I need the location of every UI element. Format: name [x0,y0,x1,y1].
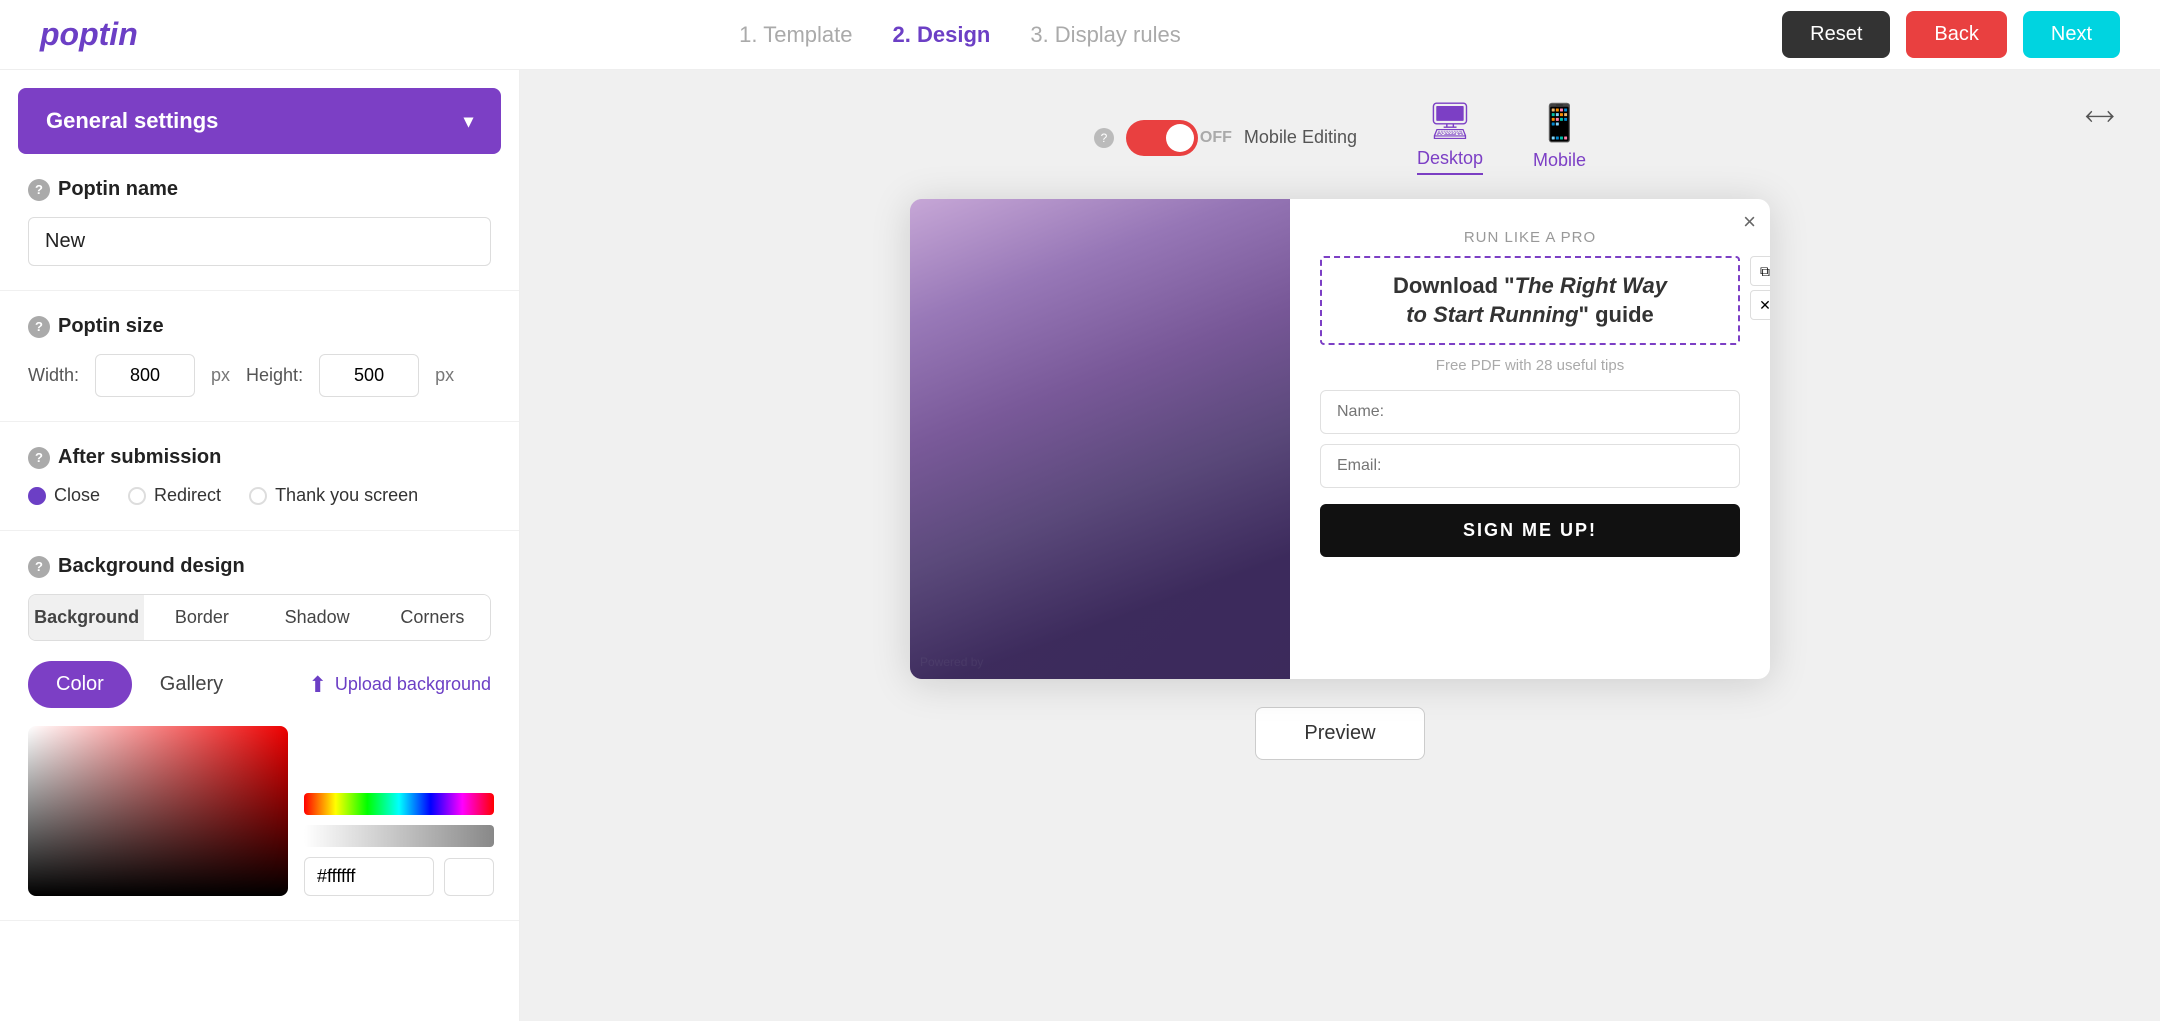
poptin-size-help-icon[interactable]: ? [28,316,50,338]
height-label: Height: [246,365,303,386]
tab-corners[interactable]: Corners [375,595,490,640]
sub-headline-text: Free PDF with 28 useful tips [1436,357,1624,374]
width-input[interactable] [95,354,195,397]
radio-thankyou-dot [249,487,267,505]
header-actions: Reset Back Next [1782,11,2120,58]
headline-text: Download "The Right Wayto Start Running"… [1338,272,1722,329]
step-design: 2. Design [893,22,991,48]
desktop-icon: 🖥 [1427,100,1473,142]
toggle-off-text: OFF [1200,129,1232,147]
hue-spectrum-bar[interactable] [304,793,494,815]
expand-icon[interactable]: ⤢ [2079,97,2118,136]
headline-wrapper: Download "The Right Wayto Start Running"… [1320,256,1740,357]
color-gallery-tabs: Color Gallery [28,661,251,708]
chevron-down-icon: ▾ [464,111,473,132]
after-submission-label: ? After submission [28,446,491,469]
step-template: 1. Template [739,22,852,48]
email-field[interactable] [1320,444,1740,488]
mobile-editing-toggle[interactable] [1126,120,1198,156]
reset-button[interactable]: Reset [1782,11,1890,58]
upload-icon: ⬆ [308,672,326,698]
main-layout: General settings ▾ ? Poptin name ? Popti… [0,70,2160,1021]
tab-shadow[interactable]: Shadow [260,595,375,640]
popup-content-side: × RUN LIKE A PRO Download "The Right Way… [1290,199,1770,679]
tab-desktop[interactable]: 🖥 Desktop [1417,100,1483,175]
general-settings-header[interactable]: General settings ▾ [18,88,501,154]
tab-gallery[interactable]: Gallery [132,661,251,708]
device-tabs: 🖥 Desktop 📱 Mobile [1417,100,1586,175]
color-picker-area [28,726,491,896]
upload-background-button[interactable]: ⬆ Upload background [308,672,491,698]
height-unit: px [435,365,454,386]
radio-redirect[interactable]: Redirect [128,485,221,506]
height-input[interactable] [319,354,419,397]
name-field[interactable] [1320,390,1740,434]
popup-close-button[interactable]: × [1743,209,1756,235]
color-spectrum-column [304,793,494,896]
background-design-section: ? Background design Background Border Sh… [0,531,519,921]
width-unit: px [211,365,230,386]
poptin-name-input[interactable] [28,217,491,266]
radio-close[interactable]: Close [28,485,100,506]
radio-close-dot [28,487,46,505]
copy-element-button[interactable]: ⧉ [1750,256,1770,286]
color-gradient-picker[interactable] [28,726,288,896]
poptin-size-section: ? Poptin size Width: px Height: px [0,291,519,422]
popup-image-side: Powered by [910,199,1290,679]
width-label: Width: [28,365,79,386]
mobile-editing-area: ? OFF Mobile Editing [1094,120,1357,156]
steps-nav: 1. Template 2. Design 3. Display rules [739,22,1181,48]
step-3-label: 3. Display rules [1030,22,1180,47]
hex-input-row [304,857,494,896]
poptin-size-label: ? Poptin size [28,315,491,338]
mobile-icon: 📱 [1537,102,1582,144]
poptin-name-help-icon[interactable]: ? [28,179,50,201]
color-swatch-preview[interactable] [444,858,494,896]
person-image [910,199,1290,679]
signup-button[interactable]: SIGN ME UP! [1320,504,1740,557]
logo: poptin [40,16,138,53]
submission-radio-group: Close Redirect Thank you screen [28,485,491,506]
general-settings-title: General settings [46,108,218,134]
delete-element-button[interactable]: ✕ [1750,290,1770,320]
header: poptin 1. Template 2. Design 3. Display … [0,0,2160,70]
tab-border[interactable]: Border [144,595,259,640]
tab-color[interactable]: Color [28,661,132,708]
left-panel: General settings ▾ ? Poptin name ? Popti… [0,70,520,1021]
mobile-help-icon[interactable]: ? [1094,128,1114,148]
opacity-spectrum-bar[interactable] [304,825,494,847]
tab-mobile[interactable]: 📱 Mobile [1533,102,1586,175]
toggle-slider [1126,120,1198,156]
poptin-name-section: ? Poptin name [0,154,519,291]
run-like-pro-text: RUN LIKE A PRO [1464,229,1596,246]
popup-preview: Powered by × RUN LIKE A PRO Download "Th… [910,199,1770,679]
step-display-rules: 3. Display rules [1030,22,1180,48]
radio-thank-you[interactable]: Thank you screen [249,485,418,506]
preview-button[interactable]: Preview [1255,707,1424,760]
hex-color-input[interactable] [304,857,434,896]
radio-redirect-dot [128,487,146,505]
headline-box[interactable]: Download "The Right Wayto Start Running"… [1320,256,1740,345]
background-design-tabs: Background Border Shadow Corners [28,594,491,641]
back-button[interactable]: Back [1906,11,2006,58]
step-1-label: 1. Template [739,22,852,47]
step-2-label: 2. Design [893,22,991,47]
color-gallery-row: Color Gallery ⬆ Upload background [28,661,491,708]
background-design-help-icon[interactable]: ? [28,556,50,578]
size-row: Width: px Height: px [28,354,491,397]
next-button[interactable]: Next [2023,11,2120,58]
box-action-buttons: ⧉ ✕ [1750,256,1770,320]
background-design-label: ? Background design [28,555,491,578]
tab-background[interactable]: Background [29,595,144,640]
mobile-editing-label: Mobile Editing [1244,127,1357,148]
top-controls: ? OFF Mobile Editing 🖥 Desktop 📱 Mobile [550,100,2130,175]
after-submission-section: ? After submission Close Redirect Thank … [0,422,519,531]
right-panel: ? OFF Mobile Editing 🖥 Desktop 📱 Mobile [520,70,2160,1021]
after-submission-help-icon[interactable]: ? [28,447,50,469]
poptin-name-label: ? Poptin name [28,178,491,201]
